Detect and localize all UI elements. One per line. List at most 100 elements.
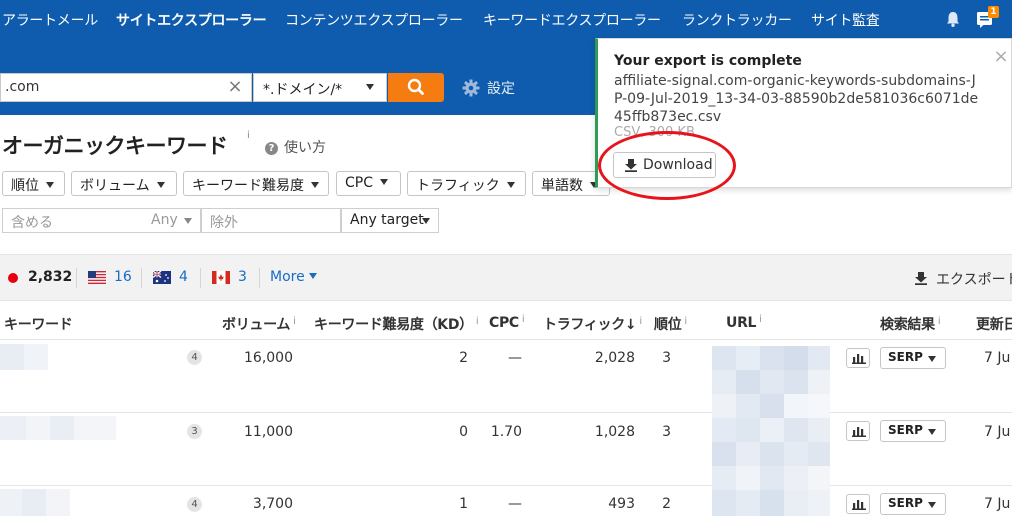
settings-label: 設定 bbox=[487, 81, 515, 97]
blurred-keyword bbox=[0, 344, 48, 370]
info-icon[interactable]: i bbox=[247, 130, 250, 141]
kd-cell: 0 bbox=[459, 424, 468, 440]
filter-kd[interactable]: キーワード難易度 bbox=[183, 171, 329, 196]
include-input[interactable]: 含める Any bbox=[2, 208, 201, 233]
how-to-use-link[interactable]: ? 使い方 bbox=[265, 137, 326, 157]
col-traffic[interactable]: トラフィック↓ i bbox=[543, 314, 642, 334]
flag-us-icon bbox=[88, 271, 106, 284]
position-cell: 3 bbox=[662, 424, 671, 440]
country-ca[interactable]: 3 bbox=[212, 269, 252, 287]
divider bbox=[0, 485, 1012, 486]
search-icon bbox=[407, 78, 424, 95]
col-url[interactable]: URL i bbox=[726, 314, 762, 331]
info-icon: i bbox=[639, 316, 642, 327]
info-icon: i bbox=[475, 316, 479, 327]
col-kd[interactable]: キーワード難易度（KD） i bbox=[314, 314, 479, 334]
chevron-down-icon bbox=[928, 356, 936, 362]
target-scope-select[interactable]: Any target bbox=[341, 208, 439, 233]
chevron-down-icon bbox=[46, 182, 54, 188]
chevron-down-icon bbox=[928, 429, 936, 435]
nav-site-explorer[interactable]: サイトエクスプローラー bbox=[116, 10, 267, 30]
info-icon: i bbox=[937, 316, 941, 327]
flag-au-icon bbox=[153, 271, 171, 284]
help-icon: ? bbox=[265, 142, 278, 155]
traffic-cell[interactable]: 1,028 bbox=[540, 424, 635, 440]
notification-count-badge: 1 bbox=[988, 6, 999, 18]
serp-button[interactable]: SERP bbox=[880, 347, 946, 369]
col-cpc[interactable]: CPC i bbox=[489, 314, 525, 331]
position-history-button[interactable] bbox=[846, 348, 870, 368]
top-navigation: アラートメール サイトエクスプローラー コンテンツエクスプローラー キーワードエ… bbox=[0, 0, 1012, 38]
include-scope: Any bbox=[151, 212, 178, 228]
filter-position[interactable]: 順位 bbox=[2, 171, 65, 196]
clear-input-icon[interactable]: × bbox=[226, 78, 244, 96]
updated-cell: 7 Ju bbox=[984, 350, 1011, 366]
page-title: オーガニックキーワード bbox=[2, 134, 228, 158]
cpc-cell: 1.70 bbox=[490, 424, 522, 440]
how-to-use-label: 使い方 bbox=[284, 140, 326, 156]
chevron-down-icon bbox=[311, 182, 319, 188]
col-volume[interactable]: ボリューム i bbox=[222, 314, 296, 334]
nav-site-audit[interactable]: サイト監査 bbox=[811, 10, 880, 30]
divider bbox=[0, 412, 1012, 413]
info-icon: i bbox=[759, 314, 762, 325]
chevron-down-icon bbox=[308, 273, 317, 279]
blurred-keyword bbox=[0, 416, 116, 440]
nav-keywords-explorer[interactable]: キーワードエクスプローラー bbox=[483, 10, 661, 30]
filter-traffic[interactable]: トラフィック bbox=[407, 171, 526, 196]
volume-cell: 16,000 bbox=[244, 350, 293, 366]
kd-cell: 2 bbox=[459, 350, 468, 366]
cpc-cell: — bbox=[508, 350, 522, 366]
nav-rank-tracker[interactable]: ランクトラッカー bbox=[682, 10, 792, 30]
traffic-cell[interactable]: 2,028 bbox=[540, 350, 635, 366]
blurred-url-column bbox=[712, 346, 830, 516]
serp-button[interactable]: SERP bbox=[880, 420, 946, 442]
position-history-button[interactable] bbox=[846, 421, 870, 441]
country-au[interactable]: 4 bbox=[153, 269, 193, 287]
info-icon: i bbox=[684, 316, 687, 327]
flag-ca-icon bbox=[212, 271, 230, 284]
chevron-down-icon bbox=[380, 179, 388, 185]
close-icon[interactable]: × bbox=[993, 48, 1009, 66]
chevron-down-icon bbox=[156, 182, 165, 188]
bar-chart-icon bbox=[852, 354, 866, 364]
bell-icon[interactable] bbox=[944, 10, 962, 28]
position-cell: 2 bbox=[662, 496, 671, 512]
download-icon bbox=[915, 272, 927, 285]
exclude-input[interactable]: 除外 bbox=[201, 208, 341, 233]
country-separator bbox=[259, 268, 260, 288]
kd-cell: 1 bbox=[459, 496, 468, 512]
col-keyword[interactable]: キーワード bbox=[4, 314, 73, 334]
popup-title: Your export is complete bbox=[614, 53, 802, 69]
col-updated[interactable]: 更新日 bbox=[976, 314, 1012, 334]
volume-cell: 11,000 bbox=[244, 424, 293, 440]
col-position[interactable]: 順位 i bbox=[654, 314, 687, 334]
chevron-down-icon bbox=[506, 182, 515, 188]
traffic-cell[interactable]: 493 bbox=[540, 496, 635, 512]
chevron-down-icon bbox=[928, 502, 936, 508]
position-cell: 3 bbox=[662, 350, 671, 366]
more-countries-button[interactable]: More bbox=[270, 269, 317, 285]
serp-button[interactable]: SERP bbox=[880, 493, 946, 515]
volume-cell: 3,700 bbox=[252, 496, 293, 512]
updated-cell: 7 Ju bbox=[984, 424, 1011, 440]
filter-cpc[interactable]: CPC bbox=[336, 171, 401, 196]
country-separator bbox=[76, 268, 77, 288]
export-filename: affiliate-signal.com-organic-keywords-su… bbox=[614, 73, 979, 125]
search-button[interactable] bbox=[388, 73, 444, 102]
bar-chart-icon bbox=[852, 427, 866, 437]
info-icon: i bbox=[521, 314, 525, 325]
position-history-button[interactable] bbox=[846, 494, 870, 514]
country-separator bbox=[141, 268, 142, 288]
target-url-input[interactable]: .com bbox=[0, 73, 252, 102]
country-jp[interactable]: 2,832 bbox=[6, 269, 72, 287]
filter-volume[interactable]: ボリューム bbox=[71, 171, 177, 196]
col-serp[interactable]: 検索結果 i bbox=[880, 314, 941, 334]
country-us[interactable]: 16 bbox=[88, 269, 134, 287]
annotation-circle bbox=[598, 131, 736, 200]
chevron-down-icon bbox=[184, 218, 192, 224]
gear-icon bbox=[462, 79, 480, 97]
bar-chart-icon bbox=[852, 500, 866, 510]
nav-content-explorer[interactable]: コンテンツエクスプローラー bbox=[285, 10, 463, 30]
nav-alerts[interactable]: アラートメール bbox=[2, 10, 98, 30]
